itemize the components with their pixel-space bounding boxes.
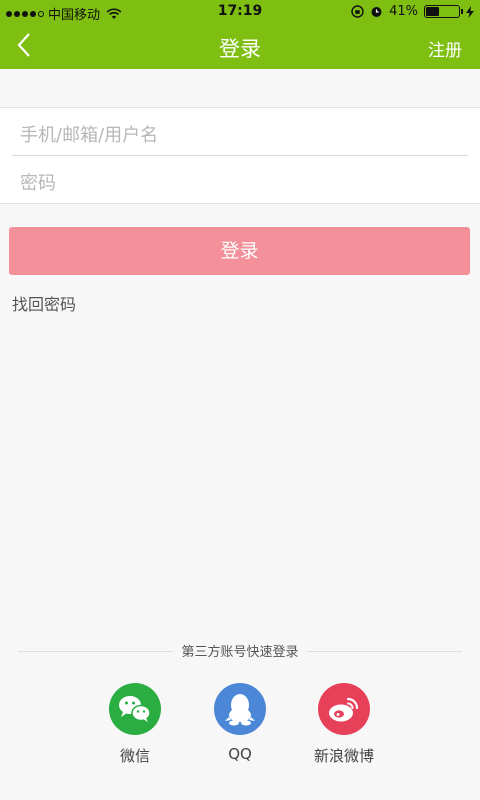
weibo-label: 新浪微博 xyxy=(313,747,374,765)
page-title: 登录 xyxy=(219,37,261,61)
rotation-lock-icon xyxy=(351,5,364,18)
status-bar: 中国移动 17:19 41% xyxy=(0,0,480,24)
wechat-icon[interactable] xyxy=(109,683,161,735)
qq-label: QQ xyxy=(228,745,252,763)
third-party-title: 第三方账号快速登录 xyxy=(173,645,307,660)
weibo-icon[interactable] xyxy=(318,683,370,735)
wechat-login-button[interactable]: 微信 xyxy=(80,683,190,766)
weibo-login-button[interactable]: 新浪微博 xyxy=(289,683,399,766)
login-form: 手机/邮箱/用户名 密码 xyxy=(0,107,480,204)
qq-login-button[interactable]: QQ xyxy=(185,683,295,763)
login-button[interactable]: 登录 xyxy=(9,227,470,275)
alarm-icon xyxy=(371,7,382,17)
register-button[interactable]: 注册 xyxy=(428,36,462,61)
wechat-label: 微信 xyxy=(119,747,150,765)
forgot-password-link[interactable]: 找回密码 xyxy=(12,291,76,315)
battery-percent: 41% xyxy=(389,4,418,19)
status-icons: 41% xyxy=(351,4,474,19)
app-header: 中国移动 17:19 41% 登录 注册 xyxy=(0,0,480,69)
field-divider xyxy=(12,155,468,156)
qq-icon[interactable] xyxy=(214,683,266,735)
third-party-divider: 第三方账号快速登录 xyxy=(18,641,462,661)
charging-icon xyxy=(466,5,474,18)
password-input[interactable]: 密码 xyxy=(20,169,56,195)
battery-icon xyxy=(424,5,463,18)
account-input[interactable]: 手机/邮箱/用户名 xyxy=(20,121,158,147)
